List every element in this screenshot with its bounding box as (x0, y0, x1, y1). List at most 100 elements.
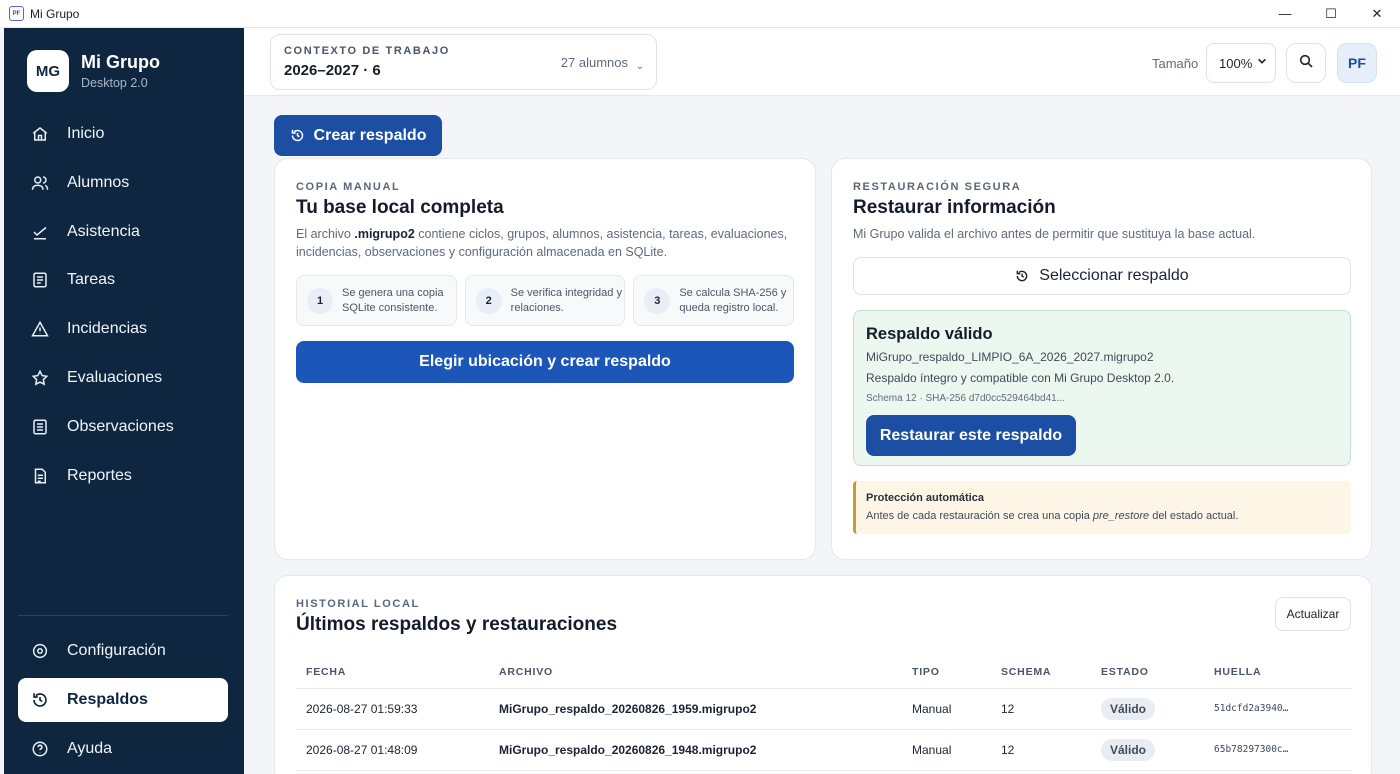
sidebar-item-label: Inicio (67, 125, 105, 142)
sidebar-item-ayuda[interactable]: Ayuda (18, 727, 228, 771)
sidebar-item-incidencias[interactable]: Incidencias (18, 307, 228, 351)
column-header: ESTADO (1091, 656, 1204, 689)
window-title: Mi Grupo (30, 6, 80, 21)
sidebar-item-reportes[interactable]: Reportes (18, 454, 228, 498)
maximize-button[interactable]: ☐ (1308, 0, 1354, 28)
search-icon (1298, 53, 1314, 74)
cell-date: 2026-08-27 01:48:09 (296, 729, 489, 771)
create-backup-label: Crear respaldo (313, 126, 427, 144)
restore-backup-button[interactable]: Restaurar este respaldo (866, 415, 1076, 456)
sidebar-item-label: Respaldos (67, 690, 148, 708)
cell-status: Válido (1091, 729, 1204, 771)
sidebar-item-asistencia[interactable]: Asistencia (18, 210, 228, 254)
step-number: 3 (644, 287, 671, 314)
step-number: 2 (475, 287, 502, 314)
valid-file: MiGrupo_respaldo_LIMPIO_6A_2026_2027.mig… (866, 350, 1154, 364)
sidebar-item-label: Configuración (67, 642, 166, 659)
history-icon (1015, 269, 1029, 283)
size-label: Tamaño (1152, 56, 1199, 71)
brand: MG Mi Grupo Desktop 2.0 (27, 50, 160, 92)
manual-copy-card: COPIA MANUAL Tu base local completa El a… (274, 158, 816, 560)
avatar[interactable]: PF (1337, 43, 1377, 83)
valid-meta: Schema 12 · SHA-256 d7d0cc529464bd41... (866, 393, 1066, 404)
check-icon (31, 223, 49, 241)
sidebar-item-observaciones[interactable]: Observaciones (18, 405, 228, 449)
protection-note: Protección automática Antes de cada rest… (853, 481, 1351, 534)
step-item: 3 Se calcula SHA-256 y queda registro lo… (633, 275, 795, 326)
column-header: SCHEMA (991, 656, 1091, 689)
cell-date: 2026-08-27 01:59:33 (296, 688, 489, 730)
table-header-row: FECHA ARCHIVO TIPO SCHEMA ESTADO HUELLA (296, 656, 1352, 689)
valid-message: Respaldo íntegro y compatible con Mi Gru… (866, 371, 1175, 385)
brand-name: Mi Grupo (81, 52, 160, 72)
window-titlebar: PF Mi Grupo — ☐ ✕ (0, 0, 1400, 28)
notes-icon (31, 418, 49, 436)
cell-type: Manual (902, 729, 991, 771)
close-button[interactable]: ✕ (1354, 0, 1400, 28)
step-text: Se calcula SHA-256 y queda registro loca… (679, 286, 787, 314)
step-number: 1 (307, 287, 333, 314)
select-backup-button[interactable]: Seleccionar respaldo (853, 257, 1351, 295)
step-text: Se genera una copia SQLite consistente. (342, 286, 444, 314)
sidebar-item-label: Tareas (67, 271, 116, 289)
sidebar-item-label: Asistencia (67, 222, 140, 240)
valid-backup-panel: Respaldo válido MiGrupo_respaldo_LIMPIO_… (853, 310, 1351, 466)
card-title: Tu base local completa (296, 197, 504, 218)
sidebar-item-label: Ayuda (67, 739, 113, 757)
size-select[interactable]: 100% (1206, 43, 1276, 83)
cell-schema: 12 (991, 729, 1091, 771)
students-count: 27 alumnos (560, 55, 628, 70)
window-controls: — ☐ ✕ (1262, 0, 1400, 28)
column-header: TIPO (902, 656, 991, 689)
users-icon (31, 174, 49, 192)
context-selector[interactable]: CONTEXTO DE TRABAJO 2026–2027 · 6 27 alu… (270, 34, 657, 90)
size-value: 100% (1219, 55, 1253, 71)
brand-version: Desktop 2.0 (81, 76, 148, 90)
cell-file: MiGrupo_respaldo_20260826_1948.migrupo2 (489, 729, 902, 771)
card-title: Últimos respaldos y restauraciones (296, 614, 618, 635)
warning-icon (31, 320, 49, 338)
sidebar-item-evaluaciones[interactable]: Evaluaciones (18, 356, 228, 400)
chevron-down-icon: ⌄ (635, 61, 644, 72)
create-backup-button[interactable]: Crear respaldo (274, 115, 442, 156)
column-header: HUELLA (1204, 656, 1352, 689)
sidebar-bottom-nav: Configuración Respaldos Ayuda (18, 629, 228, 774)
chevron-down-icon (1257, 56, 1267, 69)
star-icon (31, 369, 49, 387)
sidebar-divider (18, 615, 228, 616)
steps-list: 1 Se genera una copia SQLite consistente… (296, 275, 795, 326)
list-icon (31, 271, 49, 289)
card-description: El archivo .migrupo2 contiene ciclos, gr… (296, 227, 788, 259)
refresh-button[interactable]: Actualizar (1275, 597, 1351, 631)
restore-card: RESTAURACIÓN SEGURA Restaurar informació… (831, 158, 1372, 560)
protection-text: Antes de cada restauración se crea una c… (866, 510, 1239, 522)
sidebar-item-configuracion[interactable]: Configuración (18, 629, 228, 673)
step-text: Se verifica integridad y relaciones. (510, 286, 622, 314)
brand-logo: MG (27, 50, 69, 92)
valid-title: Respaldo válido (866, 325, 993, 343)
sidebar-item-tareas[interactable]: Tareas (18, 258, 228, 302)
choose-location-button[interactable]: Elegir ubicación y crear respaldo (296, 341, 794, 383)
status-badge: Válido (1101, 738, 1156, 761)
cell-type: Manual (902, 688, 991, 730)
app-icon: PF (9, 6, 24, 21)
status-badge: Válido (1101, 697, 1156, 720)
sidebar-item-label: Alumnos (67, 173, 130, 191)
sidebar: MG Mi Grupo Desktop 2.0 Inicio Alumnos A… (4, 28, 244, 774)
history-table: FECHA ARCHIVO TIPO SCHEMA ESTADO HUELLA … (296, 656, 1352, 771)
sidebar-item-alumnos[interactable]: Alumnos (18, 161, 228, 205)
column-header: FECHA (296, 656, 489, 689)
table-row[interactable]: 2026-08-27 01:48:09 MiGrupo_respaldo_202… (296, 729, 1352, 771)
search-button[interactable] (1286, 43, 1326, 83)
top-header: CONTEXTO DE TRABAJO 2026–2027 · 6 27 alu… (244, 28, 1400, 96)
step-item: 2 Se verifica integridad y relaciones. (464, 275, 626, 326)
help-icon (31, 740, 49, 758)
sidebar-item-respaldos[interactable]: Respaldos (18, 677, 228, 722)
sidebar-item-inicio[interactable]: Inicio (18, 112, 228, 156)
history-card: HISTORIAL LOCAL Últimos respaldos y rest… (274, 575, 1372, 774)
sidebar-item-label: Evaluaciones (67, 368, 163, 386)
gear-icon (31, 642, 49, 660)
table-row[interactable]: 2026-08-27 01:59:33 MiGrupo_respaldo_202… (296, 688, 1352, 730)
card-eyebrow: HISTORIAL LOCAL (296, 598, 420, 610)
minimize-button[interactable]: — (1262, 0, 1308, 28)
